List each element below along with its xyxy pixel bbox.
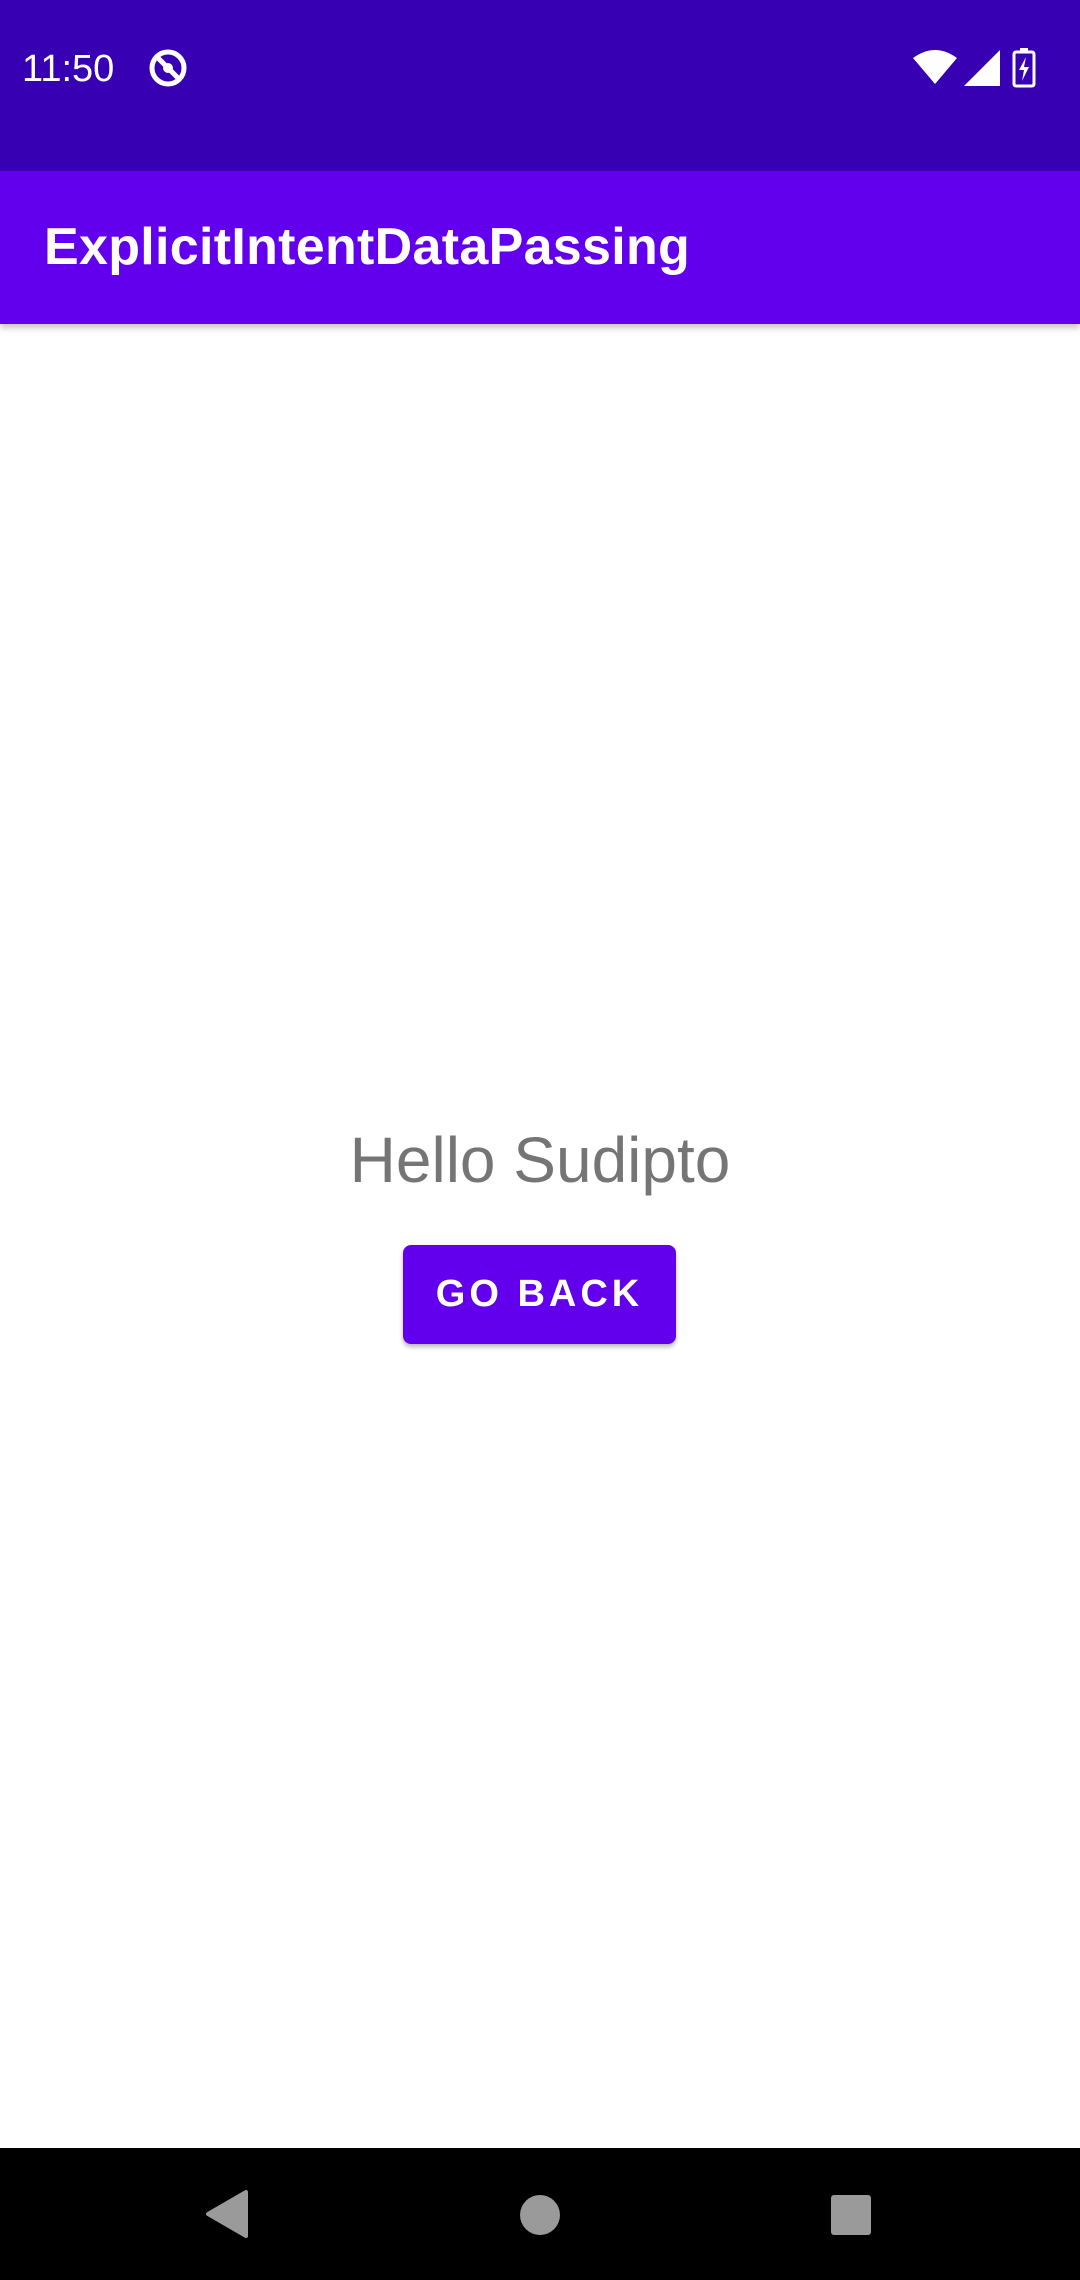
app-title: ExplicitIntentDataPassing [44, 218, 691, 276]
battery-charging-icon [1012, 48, 1036, 88]
sync-circle-icon [149, 49, 187, 87]
greeting-text: Hello Sudipto [349, 1124, 731, 1196]
status-bar: 11:50 [0, 0, 1080, 171]
recents-icon[interactable] [829, 2193, 873, 2237]
wifi-icon [913, 50, 957, 84]
app-bar: ExplicitIntentDataPassing [0, 171, 1080, 324]
status-icons [912, 46, 1062, 90]
back-icon[interactable] [202, 2188, 250, 2240]
home-icon[interactable] [518, 2193, 562, 2237]
status-time: 11:50 [22, 48, 115, 90]
main-content [0, 324, 1080, 2148]
go-back-button[interactable]: GO BACK [403, 1245, 676, 1344]
cell-signal-icon [964, 50, 1000, 86]
navigation-bar [0, 2148, 1080, 2280]
